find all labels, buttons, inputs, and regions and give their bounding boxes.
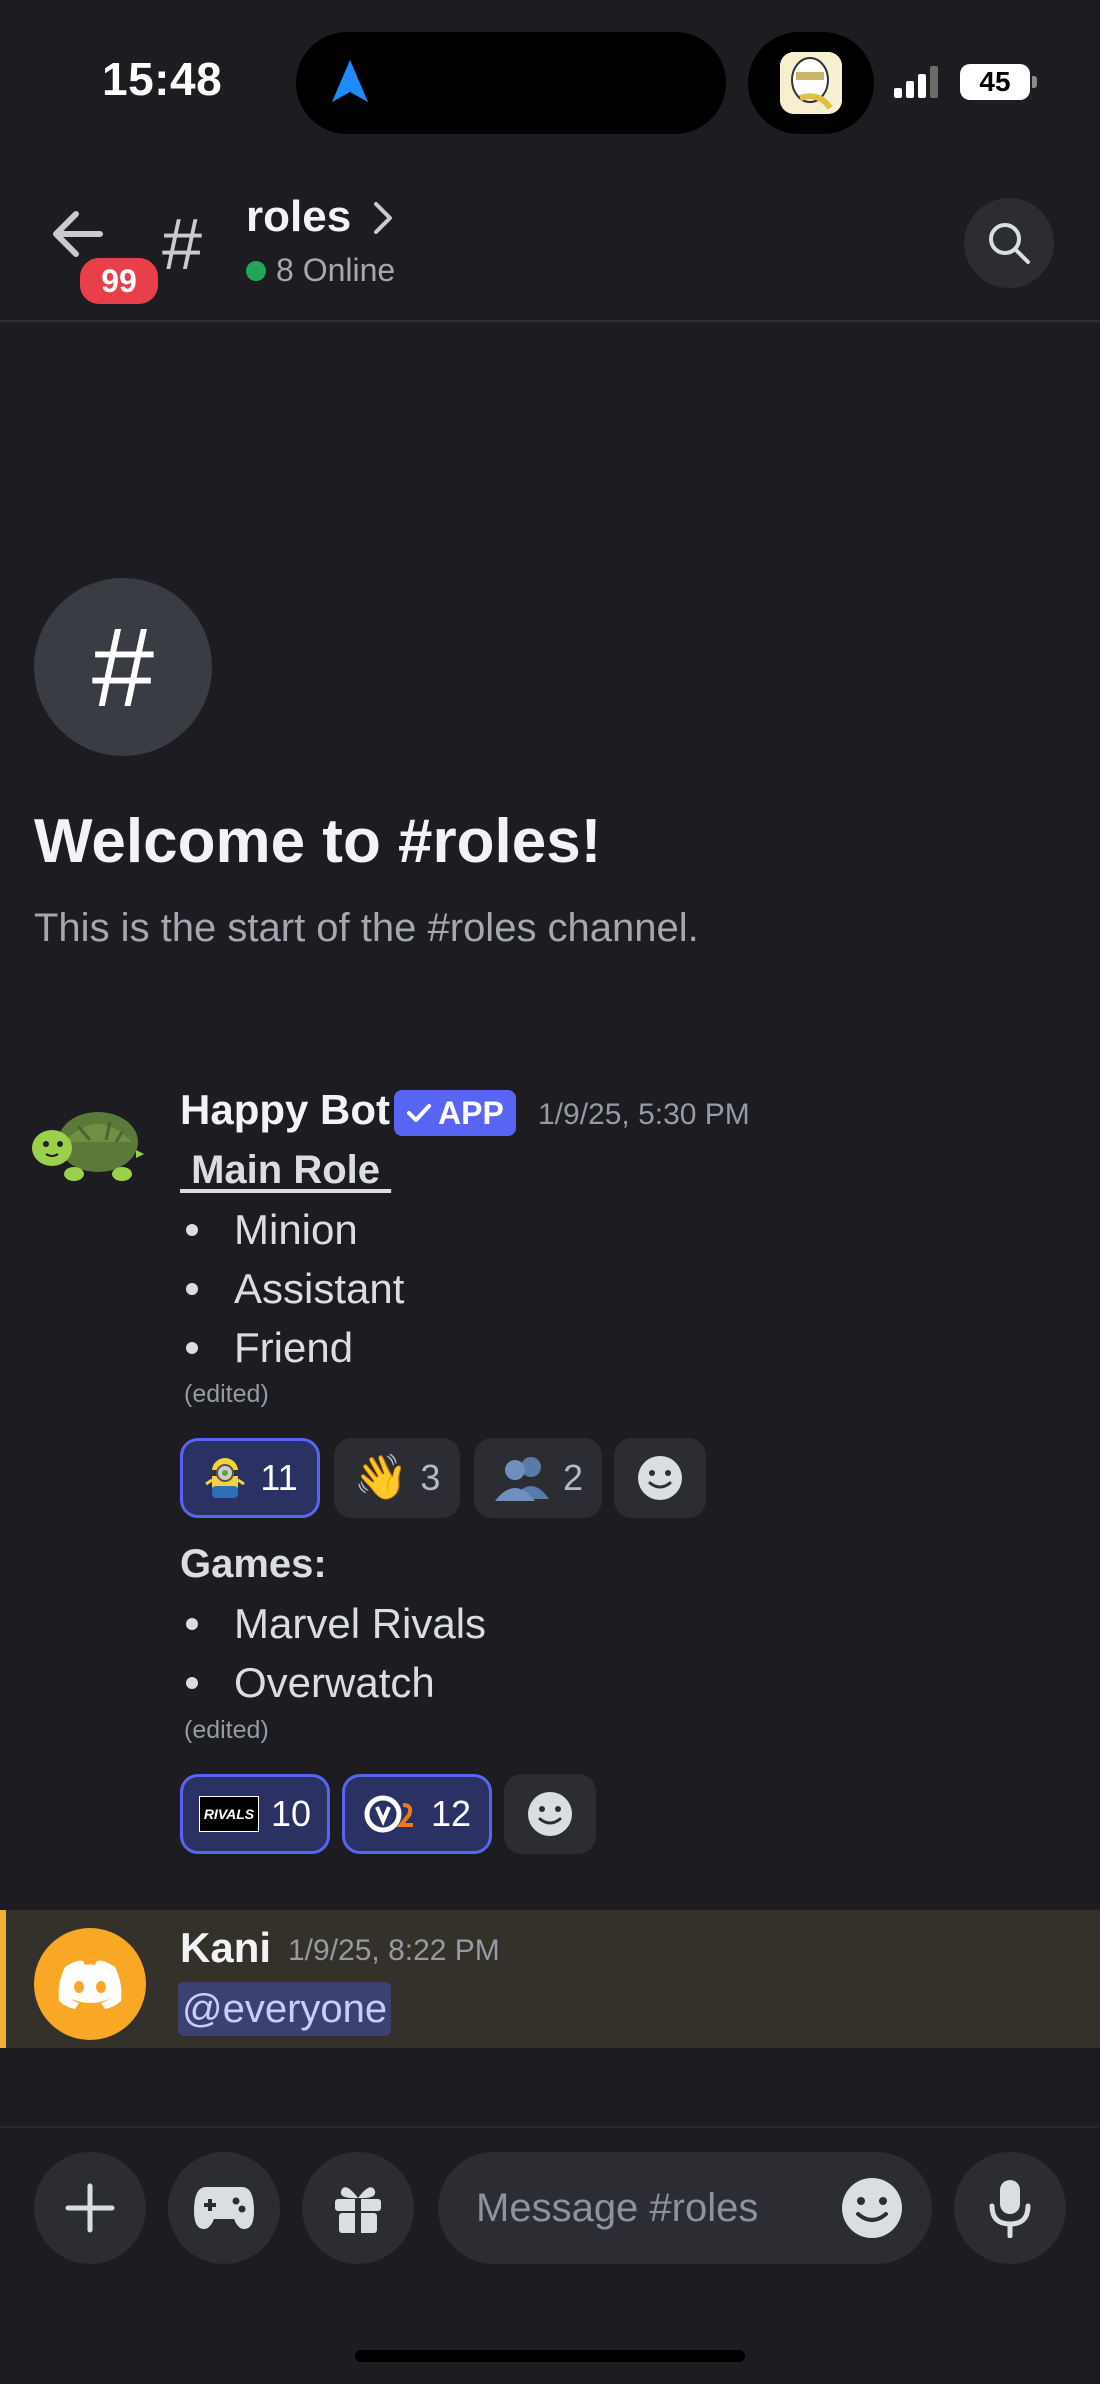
list-item-label: Assistant: [234, 1265, 405, 1312]
add-reaction-icon: [528, 1792, 572, 1836]
reaction-marvel-rivals[interactable]: RIVALS 10: [180, 1774, 330, 1854]
discord-avatar[interactable]: [34, 1928, 146, 2040]
plus-icon: [65, 2183, 115, 2233]
app-tag-label: APP: [438, 1094, 504, 1131]
back-arrow-icon: [53, 211, 103, 257]
list-item: Minion: [180, 1206, 358, 1254]
online-label: 8 Online: [276, 252, 396, 288]
reaction-minion[interactable]: 11: [180, 1438, 320, 1518]
list-item: Assistant: [180, 1265, 404, 1313]
marvel-rivals-logo-icon: RIVALS: [198, 1796, 259, 1832]
app-tag: APP: [394, 1090, 516, 1136]
reaction-count: 12: [430, 1793, 472, 1834]
channel-hash-icon: #: [162, 205, 203, 285]
add-reaction-button[interactable]: [504, 1774, 596, 1854]
everyone-mention[interactable]: @everyone: [178, 1982, 392, 2036]
list-item-label: Minion: [234, 1206, 358, 1253]
list-item: Marvel Rivals: [180, 1600, 486, 1648]
reaction-people[interactable]: 2: [474, 1438, 602, 1518]
status-time: 15:48: [102, 53, 223, 105]
section-title-main-role: Main Role: [180, 1148, 392, 1192]
emoji-button[interactable]: [840, 2176, 904, 2245]
list-item-label: Overwatch: [234, 1659, 435, 1706]
message-author[interactable]: Happy Bot: [180, 1086, 390, 1134]
welcome-title: Welcome to #roles!: [34, 807, 602, 876]
signal-icon: [894, 66, 944, 103]
overwatch-logo-icon: [364, 1795, 413, 1833]
home-indicator: [355, 2350, 745, 2362]
voice-message-button[interactable]: [954, 2152, 1066, 2264]
gift-button[interactable]: [302, 2152, 414, 2264]
add-reaction-icon: [638, 1456, 682, 1500]
message-timestamp: 1/9/25, 8:22 PM: [288, 1934, 500, 1967]
edited-label: (edited): [184, 1380, 269, 1408]
microphone-icon: [989, 2180, 1031, 2238]
channel-hash-large-icon: #: [34, 578, 212, 756]
app-activity-icon: [780, 52, 842, 114]
minion-emoji-icon: [205, 1458, 246, 1498]
list-item: Overwatch: [180, 1659, 435, 1707]
turtle-avatar[interactable]: [30, 1102, 146, 1191]
section-title-games: Games:: [180, 1542, 327, 1586]
reaction-count: 2: [562, 1457, 584, 1498]
online-count: 8 Online: [246, 252, 395, 289]
reaction-count: 10: [270, 1793, 312, 1834]
list-item-label: Marvel Rivals: [234, 1600, 487, 1647]
reaction-overwatch[interactable]: 12: [342, 1774, 492, 1854]
composer-divider: [0, 2126, 1100, 2128]
reaction-wave[interactable]: 👋 3: [334, 1438, 460, 1518]
add-reaction-button[interactable]: [614, 1438, 706, 1518]
activities-button[interactable]: [168, 2152, 280, 2264]
online-dot: [246, 260, 266, 281]
edited-label: (edited): [184, 1716, 269, 1744]
battery-indicator: 45: [960, 64, 1030, 100]
mention-bar: [0, 1910, 6, 2048]
search-button[interactable]: [964, 198, 1054, 288]
message-timestamp: 1/9/25, 5:30 PM: [538, 1098, 750, 1131]
message-author[interactable]: Kani: [180, 1924, 271, 1972]
checkmark-icon: [407, 1104, 431, 1122]
header-divider: [0, 320, 1100, 322]
reaction-count: 11: [260, 1457, 298, 1498]
discord-logo-icon: [58, 1960, 122, 2009]
reaction-count: 3: [420, 1457, 441, 1498]
navigation-arrow-icon: [330, 58, 370, 109]
list-item: Friend: [180, 1324, 353, 1372]
list-item-label: Friend: [234, 1324, 354, 1371]
channel-name[interactable]: roles: [246, 192, 351, 242]
battery-nub: [1032, 76, 1037, 88]
unread-badge: 99: [76, 254, 162, 308]
chevron-right-icon[interactable]: [372, 200, 394, 241]
mention-highlight: [0, 1910, 1100, 2048]
gamepad-icon: [194, 2187, 254, 2229]
people-emoji-icon: [494, 1457, 549, 1501]
welcome-subtitle: This is the start of the #roles channel.: [34, 906, 699, 950]
gift-icon: [335, 2187, 381, 2233]
emoji-icon: [842, 2178, 902, 2238]
wave-emoji-icon: 👋: [353, 1453, 409, 1502]
search-icon: [989, 223, 1030, 264]
add-attachment-button[interactable]: [34, 2152, 146, 2264]
